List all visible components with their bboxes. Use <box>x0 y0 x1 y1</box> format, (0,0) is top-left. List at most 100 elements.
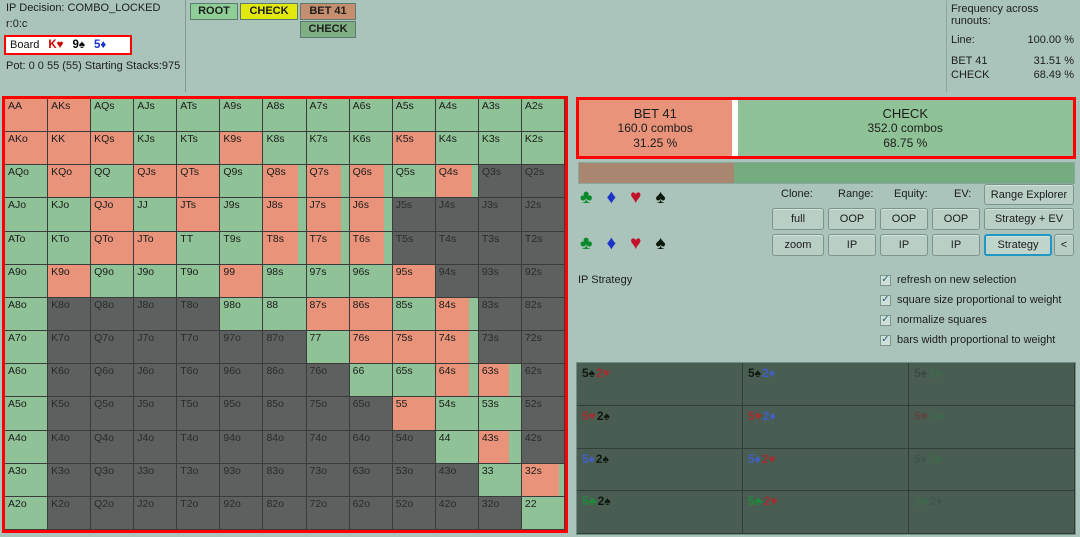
button-strategy-10[interactable]: Strategy <box>984 234 1052 256</box>
strategy-segment-bet-41[interactable]: BET 41 160.0 combos 31.25 % <box>579 100 732 156</box>
matrix-cell[interactable]: KJo <box>48 198 92 232</box>
matrix-cell[interactable]: A8o <box>5 297 49 332</box>
button--11[interactable]: < <box>1054 234 1074 256</box>
matrix-cell[interactable]: 74o <box>306 430 350 464</box>
button-strategy-ev-9[interactable]: Strategy + EV <box>984 208 1074 230</box>
checkbox-checked-icon[interactable]: ✓ <box>880 314 891 326</box>
matrix-cell[interactable]: 42o <box>435 496 479 530</box>
matrix-cell[interactable]: 85s <box>392 297 436 332</box>
matrix-cell[interactable]: T2o <box>177 496 221 530</box>
matrix-cell[interactable]: A4s <box>435 99 479 133</box>
matrix-cell[interactable]: 98s <box>263 264 307 298</box>
matrix-cell[interactable]: ATs <box>177 99 221 133</box>
matrix-cell[interactable]: QTs <box>177 165 221 199</box>
matrix-cell[interactable]: Q5o <box>91 397 135 431</box>
matrix-cell[interactable]: QQ <box>91 165 135 199</box>
matrix-cell[interactable]: 54o <box>392 430 436 464</box>
suit-filter-row-2[interactable]: ♣ ♦ ♥ ♠ <box>580 234 666 253</box>
matrix-cell[interactable]: K4s <box>435 132 479 166</box>
matrix-cell[interactable]: T9s <box>220 231 264 265</box>
combo-cell[interactable]: 5♣2♠ <box>577 491 743 534</box>
matrix-cell[interactable]: J3s <box>478 198 522 232</box>
matrix-cell[interactable]: J6s <box>349 198 393 232</box>
matrix-cell[interactable]: QJs <box>134 165 178 199</box>
matrix-cell[interactable]: 33 <box>478 463 522 497</box>
matrix-cell[interactable]: Q8s <box>263 165 307 199</box>
matrix-cell[interactable]: 63s <box>478 364 522 398</box>
matrix-cell[interactable]: Q6o <box>91 364 135 398</box>
matrix-cell[interactable]: A4o <box>5 430 49 464</box>
matrix-cell[interactable]: 62o <box>349 496 393 530</box>
matrix-cell[interactable]: J8o <box>134 297 178 332</box>
matrix-cell[interactable]: K7o <box>48 331 92 365</box>
matrix-cell[interactable]: K3s <box>478 132 522 166</box>
matrix-cell[interactable]: T2s <box>521 231 565 265</box>
matrix-cell[interactable]: 87s <box>306 297 350 332</box>
matrix-cell[interactable]: J5o <box>134 397 178 431</box>
matrix-cell[interactable]: T5o <box>177 397 221 431</box>
matrix-cell[interactable]: 64s <box>435 364 479 398</box>
matrix-cell[interactable]: 87o <box>263 331 307 365</box>
matrix-cell[interactable]: 32s <box>521 463 565 497</box>
matrix-cell[interactable]: 55 <box>392 397 436 431</box>
matrix-cell[interactable]: 22 <box>521 496 565 530</box>
combo-cell[interactable]: 5♠2♥ <box>577 363 743 406</box>
button-oop-2[interactable]: OOP <box>828 208 876 230</box>
matrix-cell[interactable]: K3o <box>48 463 92 497</box>
matrix-cell[interactable]: T4s <box>435 231 479 265</box>
matrix-cell[interactable]: 54s <box>435 397 479 431</box>
matrix-cell[interactable]: 83o <box>263 463 307 497</box>
tree-node-check-1[interactable]: CHECK <box>240 3 298 20</box>
matrix-cell[interactable]: 32o <box>478 496 522 530</box>
checkbox-checked-icon[interactable]: ✓ <box>880 294 891 306</box>
matrix-cell[interactable]: Q2o <box>91 496 135 530</box>
matrix-cell[interactable]: Q2s <box>521 165 565 199</box>
matrix-cell[interactable]: AKs <box>48 99 92 133</box>
matrix-cell[interactable]: 75s <box>392 331 436 365</box>
checkbox-row[interactable]: ✓ normalize squares <box>880 314 987 326</box>
matrix-cell[interactable]: AA <box>5 99 49 133</box>
matrix-cell[interactable]: A7o <box>5 331 49 365</box>
matrix-cell[interactable]: T3o <box>177 463 221 497</box>
matrix-cell[interactable]: 93s <box>478 264 522 298</box>
matrix-cell[interactable]: 86o <box>263 364 307 398</box>
matrix-cell[interactable]: Q8o <box>91 297 135 332</box>
matrix-cell[interactable]: Q4s <box>435 165 479 199</box>
tree-node-bet-41-2[interactable]: BET 41 <box>300 3 356 20</box>
matrix-cell[interactable]: J4s <box>435 198 479 232</box>
matrix-cell[interactable]: JTs <box>177 198 221 232</box>
strategy-summary-box[interactable]: BET 41 160.0 combos 31.25 % CHECK 352.0 comb… <box>576 97 1076 159</box>
combo-cell[interactable]: 5♥2♦ <box>743 405 909 449</box>
checkbox-checked-icon[interactable]: ✓ <box>880 334 891 346</box>
button-ip-5[interactable]: IP <box>880 234 928 256</box>
matrix-cell[interactable]: 92o <box>220 496 264 530</box>
combo-cell[interactable]: 5♠2♣ <box>909 363 1075 406</box>
matrix-cell[interactable]: KQo <box>48 165 92 199</box>
matrix-cell[interactable]: J9o <box>134 264 178 298</box>
matrix-cell[interactable]: K5o <box>48 397 92 431</box>
spade-icon[interactable]: ♠ <box>655 188 665 207</box>
checkbox-checked-icon[interactable]: ✓ <box>880 274 891 286</box>
club-icon[interactable]: ♣ <box>580 188 592 207</box>
matrix-cell[interactable]: J7s <box>306 198 350 232</box>
matrix-cell[interactable]: 75o <box>306 397 350 431</box>
matrix-cell[interactable]: 43o <box>435 463 479 497</box>
combo-cell[interactable]: 5♦2♣ <box>909 448 1075 492</box>
matrix-cell[interactable]: ATo <box>5 231 49 265</box>
matrix-cell[interactable]: 98o <box>220 297 264 332</box>
matrix-cell[interactable]: QJo <box>91 198 135 232</box>
matrix-cell[interactable]: T6o <box>177 364 221 398</box>
matrix-cell[interactable]: A7s <box>306 99 350 133</box>
matrix-cell[interactable]: 64o <box>349 430 393 464</box>
button-range-explorer-8[interactable]: Range Explorer <box>984 184 1074 205</box>
matrix-cell[interactable]: K5s <box>392 132 436 166</box>
matrix-cell[interactable]: 52s <box>521 397 565 431</box>
matrix-cell[interactable]: K2s <box>521 132 565 166</box>
matrix-cell[interactable]: AJo <box>5 198 49 232</box>
matrix-cell[interactable]: 77 <box>306 331 350 365</box>
club-icon[interactable]: ♣ <box>580 234 592 253</box>
matrix-cell[interactable]: AQs <box>91 99 135 133</box>
checkbox-row[interactable]: ✓ square size proportional to weight <box>880 294 1061 306</box>
matrix-cell[interactable]: A3s <box>478 99 522 133</box>
matrix-cell[interactable]: J3o <box>134 463 178 497</box>
